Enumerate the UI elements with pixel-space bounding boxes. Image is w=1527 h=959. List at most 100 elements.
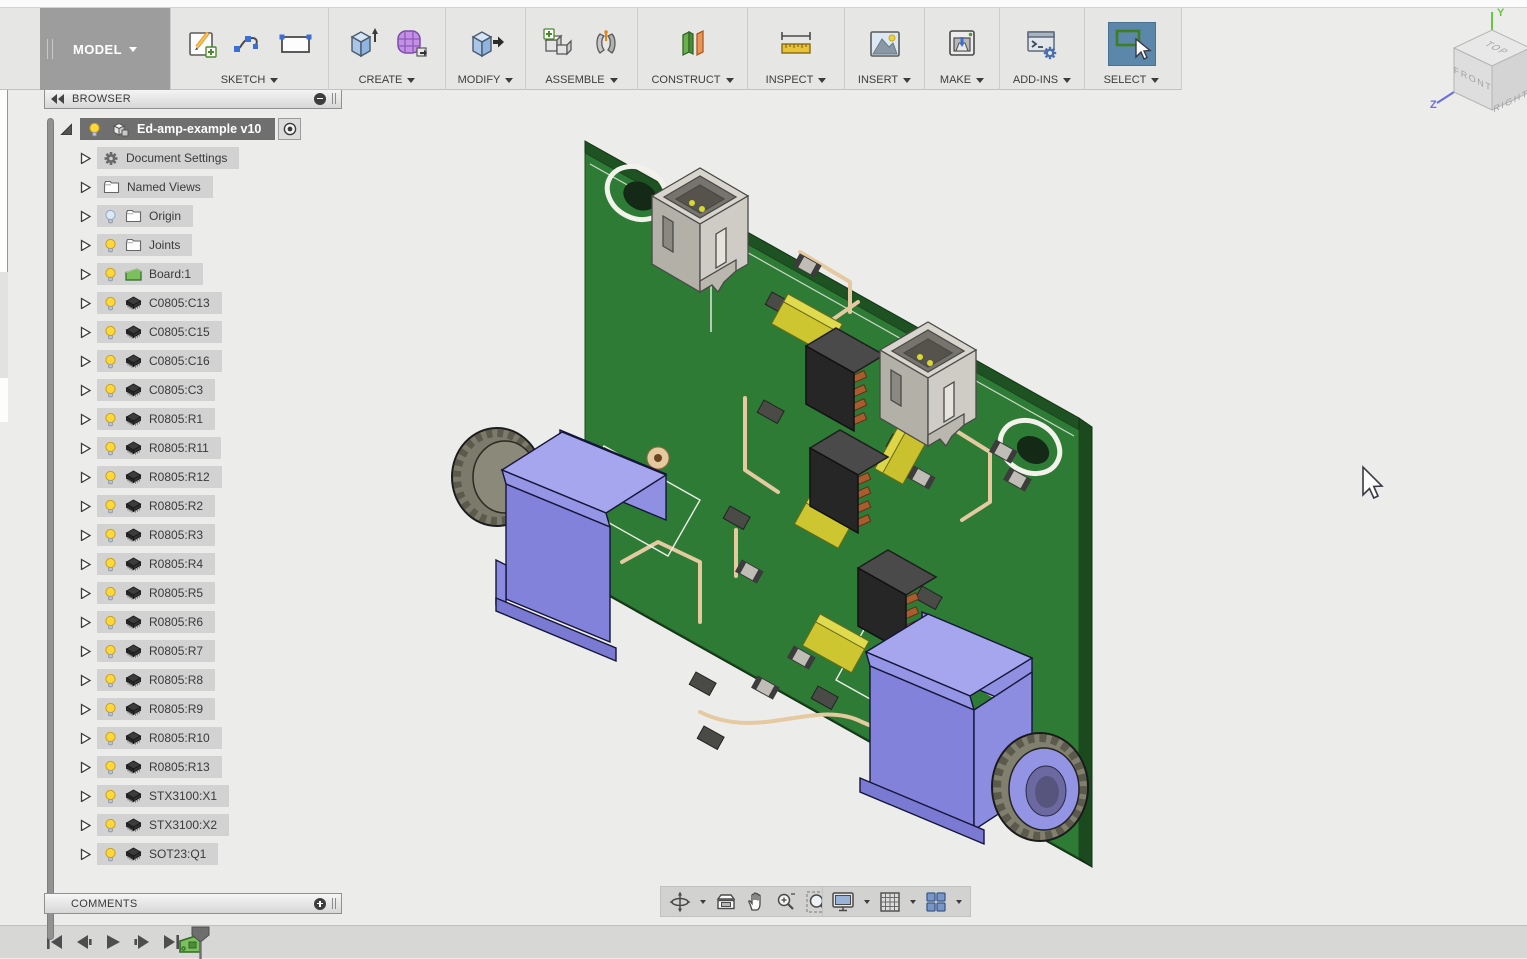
bulb-icon[interactable]: [103, 383, 118, 398]
browser-scrollbar[interactable]: [47, 118, 54, 940]
expand-arrow-icon[interactable]: [80, 616, 92, 628]
expand-arrow-icon[interactable]: [80, 703, 92, 715]
expand-arrow-icon[interactable]: [80, 558, 92, 570]
expand-arrow-icon[interactable]: [80, 268, 92, 280]
browser-item[interactable]: R0805:R8: [97, 669, 215, 691]
browser-item[interactable]: STX3100:X2: [97, 814, 229, 836]
bulb-icon[interactable]: [103, 209, 118, 224]
workspace-switcher[interactable]: MODEL: [40, 8, 170, 90]
browser-item[interactable]: C0805:C13: [97, 292, 222, 314]
browser-item[interactable]: R0805:R11: [97, 437, 221, 459]
browser-item[interactable]: R0805:R7: [97, 640, 215, 662]
step-forward-icon[interactable]: [132, 933, 152, 951]
bulb-icon[interactable]: [103, 354, 118, 369]
browser-panel-header[interactable]: BROWSER: [44, 88, 342, 109]
expand-arrow-icon[interactable]: [80, 210, 92, 222]
bulb-icon[interactable]: [103, 296, 118, 311]
browser-item[interactable]: C0805:C16: [97, 350, 222, 372]
insert-menu[interactable]: INSERT: [858, 70, 911, 90]
bulb-icon[interactable]: [103, 702, 118, 717]
browser-root-item[interactable]: Ed-amp-example v10: [80, 118, 301, 140]
browser-item[interactable]: Named Views: [97, 176, 213, 198]
bulb-icon[interactable]: [103, 557, 118, 572]
expand-arrow-icon[interactable]: [80, 413, 92, 425]
add-comment-icon[interactable]: [314, 898, 326, 910]
viewport-3d[interactable]: [0, 0, 1527, 958]
insert-image-icon[interactable]: [867, 27, 903, 61]
browser-item[interactable]: R0805:R9: [97, 698, 215, 720]
expand-arrow-icon[interactable]: [80, 355, 92, 367]
expand-arrow-icon[interactable]: [80, 471, 92, 483]
3d-print-icon[interactable]: [944, 26, 980, 62]
expand-arrow-icon[interactable]: [80, 500, 92, 512]
bulb-icon[interactable]: [103, 731, 118, 746]
comments-panel-header[interactable]: COMMENTS: [44, 893, 342, 914]
bulb-icon[interactable]: [103, 499, 118, 514]
bulb-icon[interactable]: [103, 789, 118, 804]
expand-arrow-icon[interactable]: [80, 152, 92, 164]
expand-arrow-icon[interactable]: [80, 181, 92, 193]
collapse-all-icon[interactable]: [314, 93, 326, 105]
bulb-icon[interactable]: [103, 673, 118, 688]
expand-arrow-icon[interactable]: [80, 674, 92, 686]
step-back-icon[interactable]: [74, 933, 94, 951]
bulb-icon[interactable]: [103, 528, 118, 543]
panel-resize-grip[interactable]: [332, 898, 336, 909]
bulb-icon[interactable]: [87, 122, 102, 137]
spline-icon[interactable]: [232, 27, 266, 61]
expand-arrow-icon[interactable]: [80, 442, 92, 454]
construct-plane-icon[interactable]: [675, 26, 711, 62]
expand-arrow-icon[interactable]: [80, 732, 92, 744]
view-cube[interactable]: Y Z TOP FRONT RIGHT: [1430, 6, 1527, 128]
assemble-menu[interactable]: ASSEMBLE: [545, 70, 617, 90]
browser-item[interactable]: C0805:C3: [97, 379, 215, 401]
sketch-menu[interactable]: SKETCH: [221, 70, 279, 90]
browser-item[interactable]: R0805:R5: [97, 582, 215, 604]
bulb-icon[interactable]: [103, 441, 118, 456]
display-dropdown-icon[interactable]: [864, 900, 870, 904]
create-menu[interactable]: CREATE: [359, 70, 416, 90]
scripts-addins-icon[interactable]: [1023, 26, 1061, 62]
timeline-marker[interactable]: [190, 926, 212, 959]
extrude-icon[interactable]: [345, 26, 381, 62]
bulb-icon[interactable]: [103, 412, 118, 427]
select-icon[interactable]: [1108, 22, 1156, 66]
pan-icon[interactable]: [746, 891, 766, 912]
activate-component-radio[interactable]: [278, 118, 301, 140]
bulb-icon[interactable]: [103, 238, 118, 253]
zoom-icon[interactable]: [775, 891, 797, 913]
expand-arrow-icon[interactable]: [80, 297, 92, 309]
bulb-icon[interactable]: [103, 325, 118, 340]
select-menu[interactable]: SELECT: [1104, 70, 1160, 90]
press-pull-icon[interactable]: [467, 26, 505, 62]
browser-item[interactable]: Joints: [97, 234, 192, 256]
browser-item[interactable]: R0805:R6: [97, 611, 215, 633]
bulb-icon[interactable]: [103, 818, 118, 833]
browser-item[interactable]: R0805:R4: [97, 553, 215, 575]
look-at-icon[interactable]: [715, 892, 737, 912]
expand-arrow-icon[interactable]: [80, 761, 92, 773]
display-settings-icon[interactable]: [831, 891, 855, 913]
addins-menu[interactable]: ADD-INS: [1013, 70, 1071, 90]
browser-item[interactable]: C0805:C15: [97, 321, 222, 343]
orbit-dropdown-icon[interactable]: [700, 900, 706, 904]
browser-item[interactable]: Board:1: [97, 263, 203, 285]
bulb-icon[interactable]: [103, 760, 118, 775]
measure-icon[interactable]: [777, 27, 815, 61]
browser-item[interactable]: R0805:R13: [97, 756, 222, 778]
expand-arrow-icon[interactable]: [80, 239, 92, 251]
viewports-icon[interactable]: [925, 891, 947, 913]
orbit-icon[interactable]: [669, 891, 691, 913]
expand-arrow-icon[interactable]: [80, 587, 92, 599]
bulb-icon[interactable]: [103, 644, 118, 659]
browser-item[interactable]: Document Settings: [97, 147, 239, 169]
collapse-panel-icon[interactable]: [51, 94, 64, 104]
expand-arrow-icon[interactable]: [80, 645, 92, 657]
browser-item[interactable]: R0805:R10: [97, 727, 222, 749]
construct-menu[interactable]: CONSTRUCT: [651, 70, 733, 90]
browser-item[interactable]: Origin: [97, 205, 193, 227]
expand-arrow-icon[interactable]: [80, 384, 92, 396]
bulb-icon[interactable]: [103, 615, 118, 630]
expand-arrow-icon[interactable]: [80, 529, 92, 541]
make-menu[interactable]: MAKE: [940, 70, 984, 90]
